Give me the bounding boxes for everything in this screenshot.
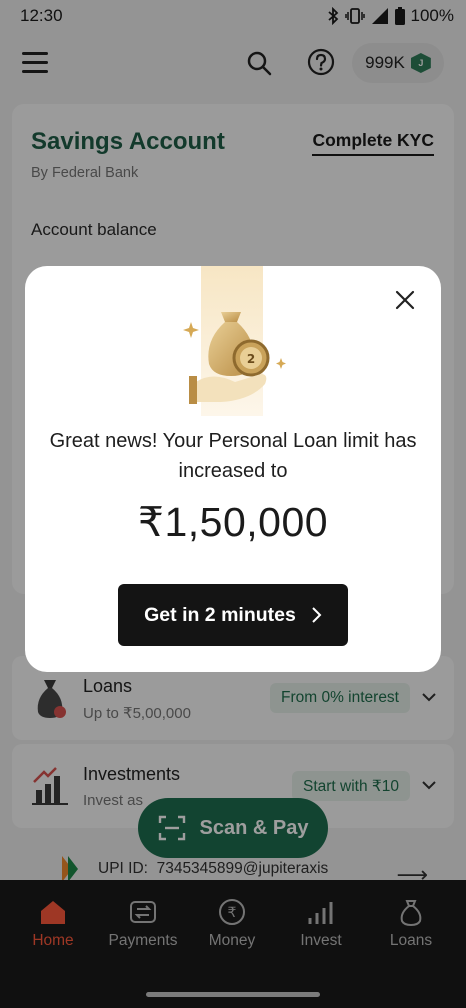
get-loan-label: Get in 2 minutes xyxy=(144,603,296,626)
money-bag-hand-icon: 2 xyxy=(183,266,286,416)
loan-amount: ₹1,50,000 xyxy=(137,499,329,545)
coin-number: 2 xyxy=(247,352,255,366)
app-screen: 12:30 100% 999K J Savings Account By Fed… xyxy=(0,0,466,1008)
modal-message: Great news! Your Personal Loan limit has… xyxy=(49,430,417,482)
chevron-right-icon xyxy=(312,607,322,623)
loan-limit-modal: 2 Great news! Your Personal Loan limit h… xyxy=(25,266,441,672)
close-icon[interactable] xyxy=(395,290,415,310)
get-loan-button[interactable]: Get in 2 minutes xyxy=(118,584,348,646)
